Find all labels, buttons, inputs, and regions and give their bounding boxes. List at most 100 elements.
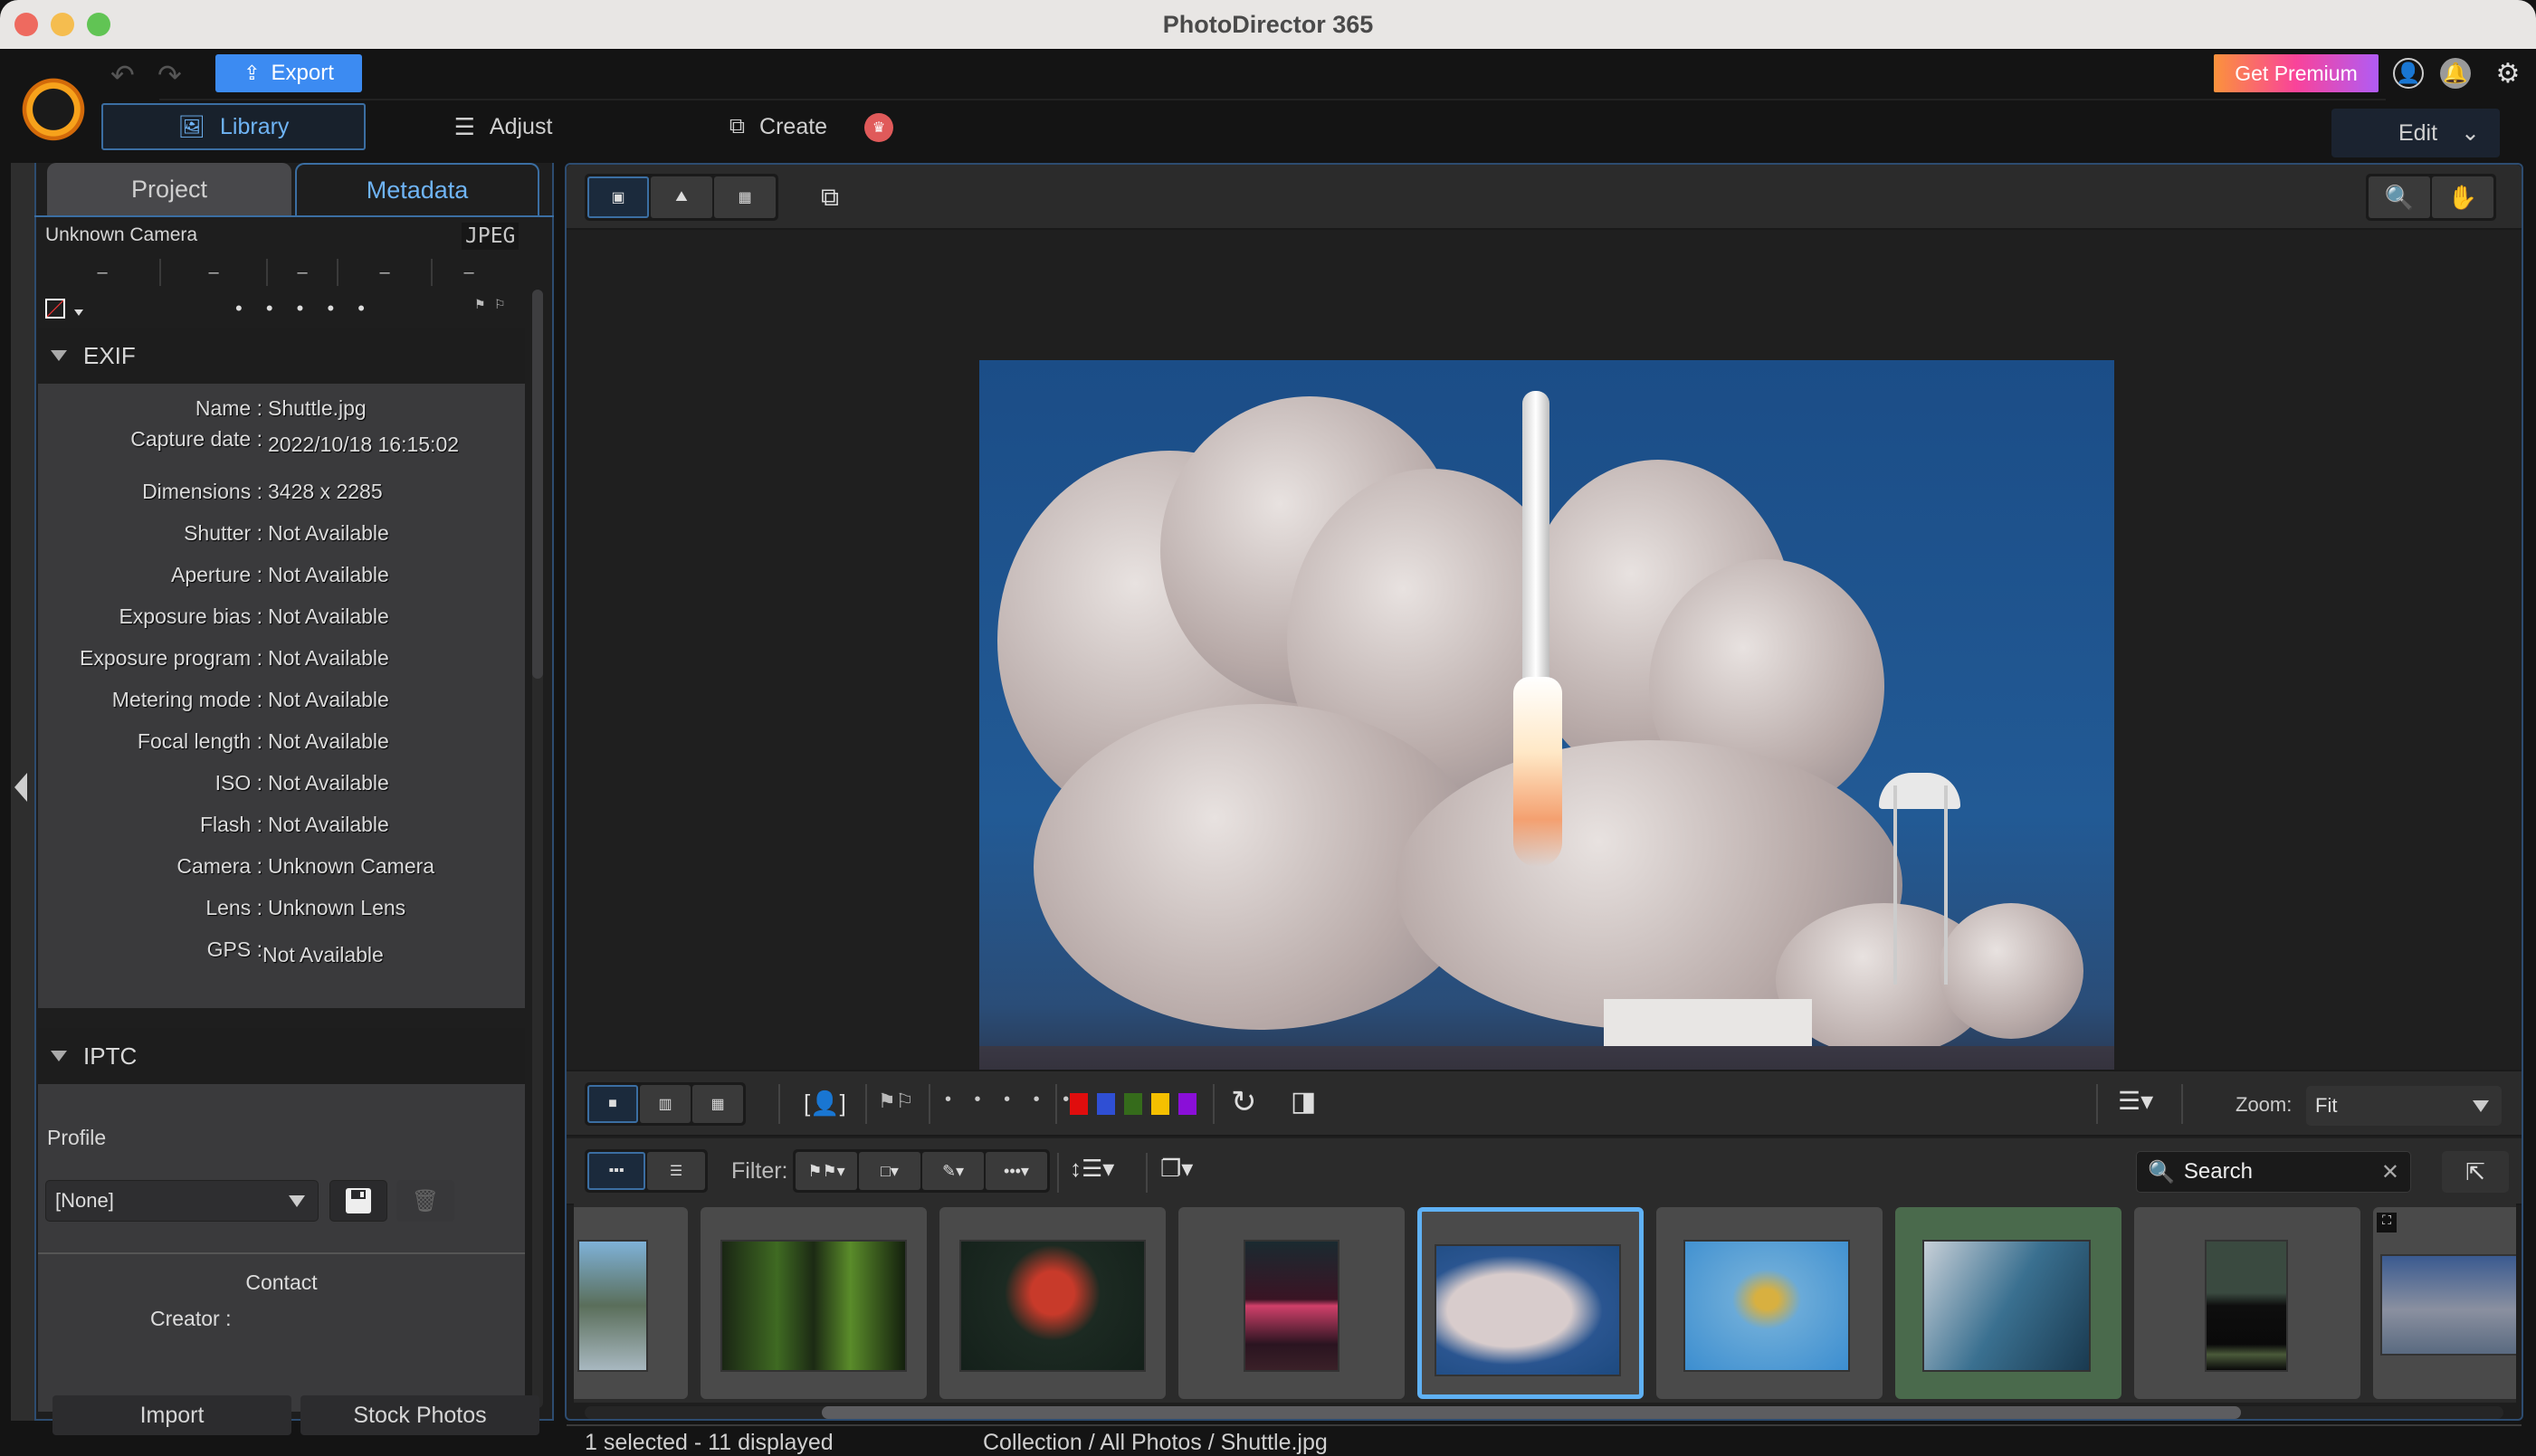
filmstrip-list-button[interactable]: ☰ (647, 1152, 705, 1190)
save-profile-button[interactable] (329, 1180, 387, 1222)
color-label-red[interactable] (1070, 1093, 1088, 1115)
exif-key: Focal length : (137, 729, 262, 753)
loupe-view-button[interactable]: ⛰ (651, 176, 712, 218)
flag-reject-icon[interactable]: ⚐ (494, 297, 510, 315)
exif-row: Aperture : Not Available (38, 563, 525, 590)
zoom-tool-button[interactable]: 🔍 (2369, 176, 2430, 218)
account-icon[interactable]: 👤 (2393, 58, 2424, 89)
get-premium-button[interactable]: Get Premium (2214, 54, 2379, 92)
zoom-select-value: Fit (2315, 1094, 2338, 1117)
thumbnail[interactable] (2134, 1207, 2360, 1399)
notification-bell-icon[interactable]: 🔔 (2440, 58, 2471, 89)
edit-dropdown[interactable]: Edit ⌄ (2331, 109, 2500, 157)
color-dropdown-arrow-icon[interactable] (74, 309, 83, 316)
iptc-section-header[interactable]: IPTC (38, 1028, 525, 1084)
summary-value: – (463, 262, 474, 282)
tool-group: 🔍 ✋ (2366, 174, 2496, 221)
flag-pick-icon[interactable]: ⚑ (474, 297, 491, 315)
rating-stars[interactable]: • • • • • (235, 297, 374, 320)
thumbnail[interactable] (1178, 1207, 1405, 1399)
color-label-purple[interactable] (1178, 1093, 1196, 1115)
filmstrip[interactable]: ⛶ (574, 1196, 2516, 1403)
thumbnail[interactable] (1895, 1207, 2121, 1399)
exif-value: Not Available (268, 646, 389, 670)
sort-order-icon[interactable]: ↕☰▾ (1070, 1155, 1114, 1183)
single-view-button[interactable]: ■ (587, 1085, 638, 1123)
expand-triangle-icon (51, 350, 67, 361)
thumbnail[interactable] (939, 1207, 1166, 1399)
exif-row: Camera : Unknown Camera (38, 854, 525, 881)
summary-value: – (45, 259, 161, 286)
sort-menu-icon[interactable]: ☰▾ (2118, 1086, 2153, 1116)
checkered-flags-icon: ⚑⚑▾ (807, 1161, 845, 1180)
exif-row: Dimensions : 3428 x 2285 (38, 480, 525, 507)
thumbnail[interactable] (701, 1207, 927, 1399)
settings-gear-icon[interactable]: ⚙ (2493, 58, 2523, 89)
photo-viewer[interactable] (567, 230, 2522, 1138)
filmstrip-thumbs-button[interactable]: ▪▪▪ (587, 1152, 645, 1190)
fullscreen-preview-icon[interactable]: ⧉ (807, 177, 853, 217)
more-filter-button[interactable]: •••▾ (986, 1152, 1047, 1190)
tab-metadata[interactable]: Metadata (295, 163, 539, 215)
multi-frames-icon: ▦ (710, 1097, 725, 1112)
collapse-panel-arrow-icon[interactable] (14, 773, 27, 802)
search-icon: 🔍 (2148, 1159, 2175, 1185)
main-photo[interactable] (979, 360, 2114, 1118)
delete-profile-button[interactable]: 🗑 (396, 1180, 454, 1222)
undo-icon[interactable]: ↶ (110, 58, 135, 92)
grid-view-button[interactable]: ▦ (714, 176, 776, 218)
tab-adjust-label: Adjust (489, 113, 553, 139)
color-box-icon: □▾ (881, 1161, 899, 1180)
exif-key: Exposure bias : (119, 604, 262, 628)
save-disk-icon (346, 1188, 371, 1213)
export-label: Export (271, 61, 334, 85)
color-label-picker[interactable] (45, 299, 65, 319)
chevron-down-icon: ⌄ (2461, 120, 2480, 146)
color-label-blue[interactable] (1097, 1093, 1115, 1115)
stack-icon[interactable]: ❐▾ (1160, 1155, 1193, 1183)
export-button[interactable]: ⇪ Export (215, 54, 362, 92)
profile-select[interactable]: [None] (45, 1180, 319, 1222)
compare-multi-button[interactable]: ▦ (692, 1085, 743, 1123)
import-button[interactable]: Import (52, 1395, 291, 1435)
color-filter-button[interactable]: □▾ (859, 1152, 920, 1190)
exif-key: Exposure program : (80, 646, 262, 670)
dropdown-arrow-icon (2473, 1099, 2489, 1112)
loupe-filmstrip-view-button[interactable]: ▣ (587, 176, 649, 218)
popout-button[interactable]: ⇱ (2442, 1151, 2509, 1193)
filter-label: Filter: (731, 1158, 788, 1184)
metadata-scrollbar-thumb[interactable] (532, 290, 543, 679)
rating-dots[interactable]: • • • • • (945, 1090, 1078, 1110)
search-input[interactable]: 🔍 Search ✕ (2136, 1151, 2411, 1193)
rotate-icon[interactable]: ↻ (1231, 1084, 1257, 1120)
thumbnail[interactable] (1656, 1207, 1883, 1399)
profile-label: Profile (47, 1126, 107, 1149)
thumbnail[interactable] (574, 1207, 688, 1399)
filmstrip-scrollbar-thumb[interactable] (822, 1406, 2241, 1419)
stock-photos-button[interactable]: Stock Photos (300, 1395, 539, 1435)
clear-search-icon[interactable]: ✕ (2381, 1159, 2399, 1185)
tab-project[interactable]: Project (47, 163, 291, 215)
flip-icon[interactable]: ◨ (1291, 1086, 1316, 1118)
exif-key: ISO : (215, 771, 262, 795)
tab-library[interactable]: 🖼 Library (101, 103, 366, 150)
tab-create[interactable]: ⧉ Create (715, 103, 842, 150)
flag-filter-button[interactable]: ⚑⚑▾ (796, 1152, 857, 1190)
zoom-select[interactable]: Fit (2306, 1086, 2502, 1126)
sliders-icon: ☰ (453, 112, 475, 140)
thumbnail-selected[interactable] (1417, 1207, 1644, 1399)
thumbnail[interactable]: ⛶ (2373, 1207, 2516, 1399)
face-detect-icon[interactable]: [👤] (804, 1090, 846, 1118)
compare-two-button[interactable]: ▥ (640, 1085, 691, 1123)
edit-filter-button[interactable]: ✎▾ (922, 1152, 984, 1190)
redo-icon[interactable]: ↷ (157, 58, 182, 92)
external-window-icon: ⇱ (2465, 1157, 2485, 1185)
tab-adjust[interactable]: ☰ Adjust (440, 103, 567, 150)
color-label-yellow[interactable] (1151, 1093, 1169, 1115)
color-label-green[interactable] (1124, 1093, 1142, 1115)
create-icon: ⧉ (729, 114, 746, 138)
divider (1146, 1153, 1148, 1193)
pan-tool-button[interactable]: ✋ (2432, 176, 2493, 218)
flag-icons[interactable]: ⚑⚐ (878, 1090, 913, 1113)
exif-section-header[interactable]: EXIF (38, 328, 525, 384)
